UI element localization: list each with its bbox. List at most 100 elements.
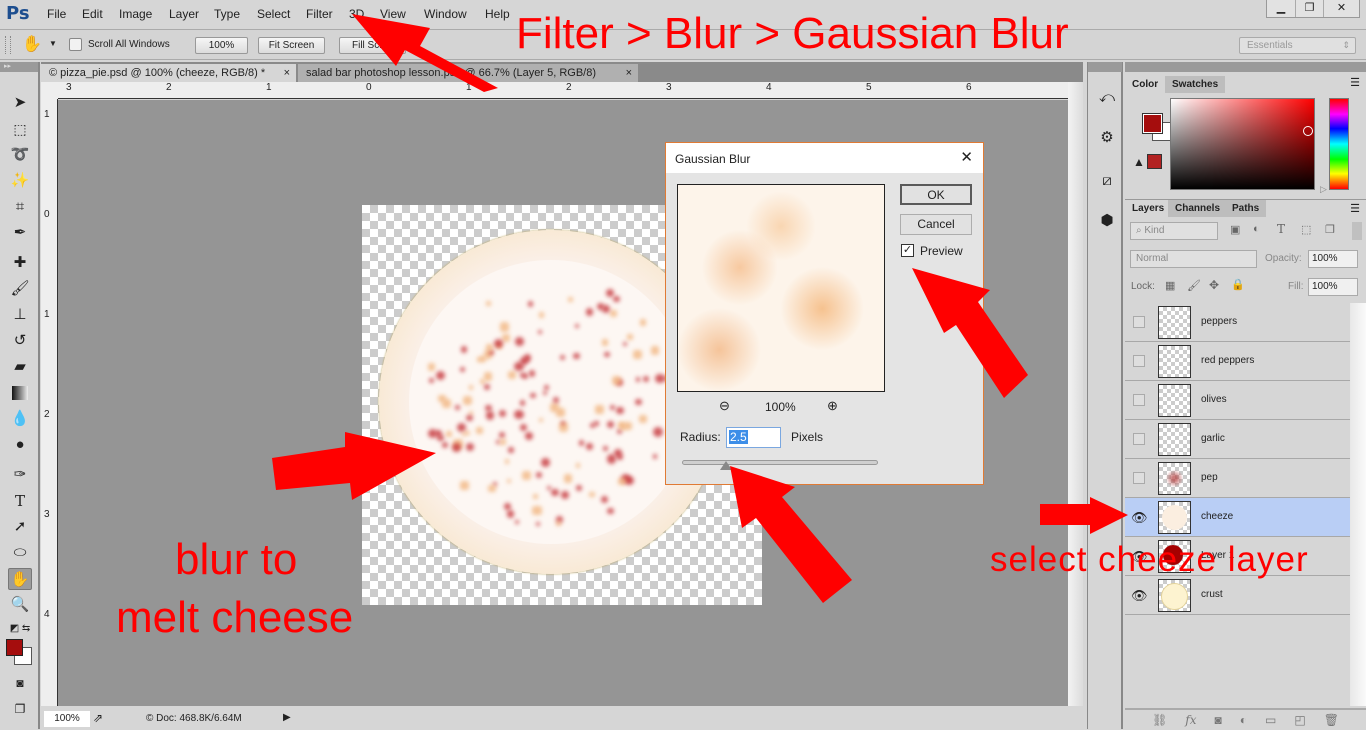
healing-brush-tool-icon[interactable]: ✚	[8, 252, 32, 274]
lock-pixels-icon[interactable]: 🖌	[1187, 279, 1201, 292]
opacity-input[interactable]: 100%	[1308, 250, 1358, 268]
ok-button[interactable]: OK	[900, 184, 972, 205]
type-tool-icon[interactable]: T	[8, 490, 32, 512]
dock-collapse-bar[interactable]	[1088, 62, 1122, 72]
lock-transparency-icon[interactable]: ▦	[1165, 279, 1175, 292]
history-brush-tool-icon[interactable]: ↺	[8, 330, 32, 352]
crop-tool-icon[interactable]: ⌗	[8, 196, 32, 218]
magic-wand-tool-icon[interactable]: ✨	[8, 170, 32, 192]
ruler-origin[interactable]	[41, 82, 58, 99]
menu-help[interactable]: Help	[485, 7, 510, 21]
scroll-all-windows-checkbox[interactable]	[69, 38, 82, 51]
menu-filter[interactable]: Filter	[306, 7, 333, 21]
transform-panel-icon[interactable]: ⧄	[1096, 170, 1118, 192]
tool-preset-dropdown-icon[interactable]: ▼	[49, 39, 57, 48]
hue-slider-handle[interactable]: ▷	[1320, 184, 1327, 195]
layer-row-peppers[interactable]: peppers	[1125, 303, 1350, 342]
screen-mode-icon[interactable]: ❐	[8, 698, 32, 720]
cancel-button[interactable]: Cancel	[900, 214, 972, 235]
tab-swatches[interactable]: Swatches	[1165, 76, 1226, 93]
blend-mode-select[interactable]: Normal	[1130, 250, 1257, 268]
visibility-toggle[interactable]	[1133, 355, 1145, 367]
status-menu-arrow-icon[interactable]: ▶	[283, 712, 291, 723]
visibility-toggle[interactable]	[1133, 433, 1145, 445]
filter-adjustment-icon[interactable]: ◐	[1253, 223, 1260, 235]
gamut-warning-icon[interactable]: ▲	[1133, 155, 1145, 169]
folder-icon[interactable]: ▭	[1265, 710, 1276, 730]
panel-menu-icon[interactable]: ☰	[1350, 76, 1360, 89]
radius-slider[interactable]	[682, 460, 878, 465]
color-foreground-swatch[interactable]	[1142, 113, 1163, 134]
lock-position-icon[interactable]: ✥	[1209, 278, 1219, 292]
layer-row-crust[interactable]: 👁 crust	[1125, 576, 1350, 615]
blur-tool-icon[interactable]: 💧	[8, 408, 32, 430]
grip-handle[interactable]	[5, 36, 11, 54]
close-tab-icon[interactable]: ×	[284, 64, 290, 82]
layer-row-garlic[interactable]: garlic	[1125, 420, 1350, 459]
workspace-select[interactable]: Essentials ⇕	[1239, 37, 1356, 54]
restore-button[interactable]: ❐	[1295, 0, 1323, 17]
preview-checkbox[interactable]: ✓	[901, 244, 914, 257]
dialog-titlebar[interactable]: Gaussian Blur ✕	[666, 143, 983, 173]
layer-row-pep[interactable]: pep	[1125, 459, 1350, 498]
menu-image[interactable]: Image	[119, 7, 152, 21]
gamut-color-swatch[interactable]	[1147, 154, 1162, 169]
foreground-color-swatch[interactable]	[6, 639, 23, 656]
tab-color[interactable]: Color	[1125, 76, 1166, 93]
filter-pixel-icon[interactable]: ▣	[1230, 223, 1240, 236]
properties-panel-icon[interactable]: ⚙	[1096, 127, 1118, 149]
layer-row-cheeze[interactable]: 👁 cheeze	[1125, 498, 1350, 537]
radius-input[interactable]: 2.5	[726, 427, 781, 448]
fill-screen-button[interactable]: Fill Screen	[339, 37, 406, 54]
hue-slider[interactable]	[1329, 98, 1349, 190]
visibility-toggle[interactable]	[1133, 316, 1145, 328]
eye-icon[interactable]: 👁	[1131, 588, 1148, 604]
dialog-close-button[interactable]: ✕	[960, 148, 973, 166]
link-icon[interactable]: ⛓	[1152, 710, 1167, 730]
menu-window[interactable]: Window	[424, 7, 467, 21]
close-tab-icon[interactable]: ×	[622, 64, 632, 82]
zoom-tool-icon[interactable]: 🔍	[8, 594, 32, 616]
new-layer-icon[interactable]: ◰	[1294, 710, 1305, 730]
vertical-scrollbar[interactable]	[1068, 82, 1083, 706]
3d-panel-icon[interactable]: ⬢	[1096, 210, 1118, 232]
history-panel-icon[interactable]: ⤺	[1096, 87, 1118, 109]
filter-toggle[interactable]	[1352, 222, 1362, 240]
filter-type-icon[interactable]: T	[1277, 222, 1285, 236]
layers-scrollbar[interactable]	[1350, 303, 1366, 706]
actual-pixels-button[interactable]: 100%	[195, 37, 248, 54]
brush-tool-icon[interactable]: 🖌	[8, 278, 32, 300]
trash-icon[interactable]: 🗑	[1324, 710, 1339, 730]
tab-channels[interactable]: Channels	[1168, 200, 1228, 217]
menu-type[interactable]: Type	[214, 7, 240, 21]
menu-edit[interactable]: Edit	[82, 7, 103, 21]
layers-menu-icon[interactable]: ☰	[1350, 202, 1360, 215]
fit-screen-button[interactable]: Fit Screen	[258, 37, 325, 54]
mask-icon[interactable]: ◙	[1215, 710, 1222, 730]
blur-preview-image[interactable]	[677, 184, 885, 392]
eyedropper-tool-icon[interactable]: ✒	[8, 222, 32, 244]
ellipse-tool-icon[interactable]: ⬭	[8, 542, 32, 564]
menu-3d[interactable]: 3D	[349, 7, 364, 21]
radius-slider-thumb[interactable]	[720, 461, 733, 470]
fx-icon[interactable]: fx	[1185, 710, 1196, 730]
tab-salad-bar[interactable]: salad bar photoshop lesson.psd @ 66.7% (…	[298, 64, 638, 82]
filter-smart-object-icon[interactable]: ❐	[1325, 223, 1335, 236]
color-picker-cursor[interactable]	[1303, 126, 1313, 136]
dodge-tool-icon[interactable]: ●	[8, 434, 32, 456]
pen-tool-icon[interactable]: ✑	[8, 464, 32, 486]
visibility-toggle[interactable]	[1133, 472, 1145, 484]
menu-file[interactable]: File	[47, 7, 66, 21]
panel-header-bar[interactable]	[1125, 62, 1366, 72]
close-window-button[interactable]: ✕	[1323, 0, 1359, 17]
gradient-tool-icon[interactable]	[8, 382, 32, 404]
layer-row-olives[interactable]: olives	[1125, 381, 1350, 420]
menu-select[interactable]: Select	[257, 7, 290, 21]
menu-layer[interactable]: Layer	[169, 7, 199, 21]
zoom-out-icon[interactable]: ⊖	[719, 398, 730, 414]
move-tool-icon[interactable]: ➤	[8, 92, 32, 114]
zoom-level-field[interactable]: 100%	[44, 711, 90, 727]
default-colors-icon[interactable]: ◩ ⇆	[8, 618, 32, 640]
fill-input[interactable]: 100%	[1308, 278, 1358, 296]
color-picker-field[interactable]	[1170, 98, 1315, 190]
